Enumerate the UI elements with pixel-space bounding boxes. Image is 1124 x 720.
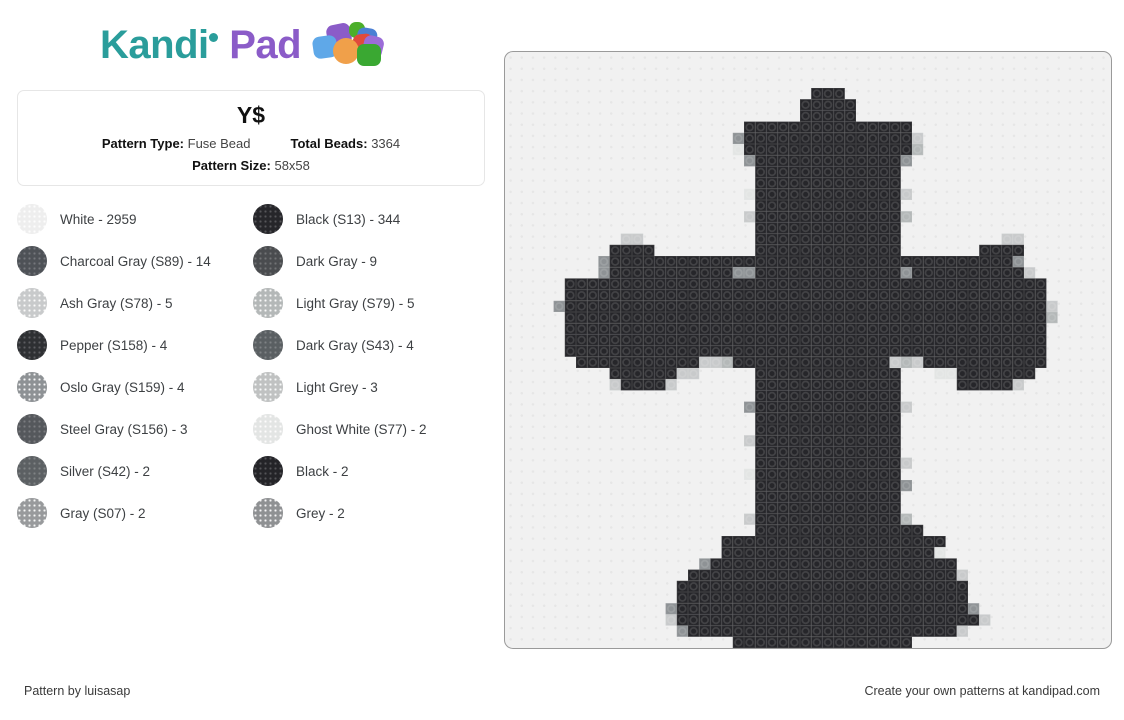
pattern-size-value: 58x58 [274, 158, 310, 174]
legend-label: White - 2959 [60, 211, 137, 227]
total-beads-value: 3364 [371, 135, 401, 151]
legend-item: Oslo Gray (S159) - 4 [17, 366, 249, 408]
color-swatch [17, 204, 47, 234]
legend-item: Ash Gray (S78) - 5 [17, 282, 249, 324]
legend-label: Light Grey - 3 [296, 379, 378, 395]
pattern-type-label: Pattern Type: [101, 135, 184, 151]
color-swatch [17, 288, 47, 318]
color-swatch [253, 246, 283, 276]
legend-label: Pepper (S158) - 4 [60, 337, 168, 353]
page-root: Kandi Pad Y$ Pattern Type: Fuse Bead Tot… [0, 0, 1124, 720]
legend-item: Black - 2 [253, 450, 485, 492]
legend-item: Silver (S42) - 2 [17, 450, 249, 492]
legend-item: Grey - 2 [253, 492, 485, 534]
color-swatch [253, 498, 283, 528]
legend-item: Charcoal Gray (S89) - 14 [17, 240, 249, 282]
total-beads-meta: Total Beads: 3364 [291, 132, 401, 157]
legend-item: Ghost White (S77) - 2 [253, 408, 485, 450]
total-beads-label: Total Beads: [290, 135, 368, 151]
pattern-meta-row-1: Pattern Type: Fuse Bead Total Beads: 336… [102, 132, 400, 157]
color-swatch [253, 330, 283, 360]
legend-item: Light Grey - 3 [253, 366, 485, 408]
color-swatch [17, 456, 47, 486]
legend-label: Ghost White (S77) - 2 [296, 421, 427, 437]
legend-item: Black (S13) - 344 [253, 198, 485, 240]
pattern-canvas[interactable] [504, 51, 1112, 649]
color-swatch [17, 414, 47, 444]
color-swatch [253, 288, 283, 318]
color-legend: White - 2959 Black (S13) - 344 Charcoal Gr… [17, 198, 485, 534]
beads-cluster-icon [309, 21, 387, 68]
legend-label: Dark Gray (S43) - 4 [296, 337, 414, 353]
page-title: Y$ [236, 102, 266, 128]
app-logo[interactable]: Kandi Pad [100, 21, 387, 68]
legend-label: Black - 2 [296, 463, 349, 479]
legend-label: Grey - 2 [296, 505, 345, 521]
pattern-size-label: Pattern Size: [192, 158, 271, 174]
left-panel: Kandi Pad Y$ Pattern Type: Fuse Bead Tot… [0, 0, 500, 672]
legend-label: Gray (S07) - 2 [60, 505, 146, 521]
color-swatch [253, 414, 283, 444]
legend-item: Gray (S07) - 2 [17, 492, 249, 534]
logo-text-kandi: Kandi [100, 23, 209, 67]
legend-label: Dark Gray - 9 [296, 253, 378, 269]
logo-wordmark: Kandi Pad [100, 23, 302, 67]
legend-label: Silver (S42) - 2 [60, 463, 151, 479]
logo-text-pad: Pad [229, 23, 302, 67]
legend-item: Pepper (S158) - 4 [17, 324, 249, 366]
color-swatch [17, 246, 47, 276]
legend-label: Black (S13) - 344 [296, 211, 401, 227]
color-swatch [253, 456, 283, 486]
color-swatch [253, 372, 283, 402]
legend-item: Steel Gray (S156) - 3 [17, 408, 249, 450]
legend-label: Light Gray (S79) - 5 [296, 295, 415, 311]
legend-item: Light Gray (S79) - 5 [253, 282, 485, 324]
legend-label: Steel Gray (S156) - 3 [60, 421, 188, 437]
pattern-info-card: Y$ Pattern Type: Fuse Bead Total Beads: … [17, 90, 485, 186]
color-swatch [17, 372, 47, 402]
pattern-type-value: Fuse Bead [187, 135, 251, 151]
pattern-size-meta: Pattern Size: 58x58 [192, 156, 310, 177]
pattern-grid-canvas[interactable] [520, 88, 1111, 648]
legend-item: Dark Gray (S43) - 4 [253, 324, 485, 366]
logo-dot-icon [208, 33, 218, 42]
legend-item: White - 2959 [17, 198, 249, 240]
footer: Pattern by luisasap Create your own patt… [0, 684, 1124, 698]
footer-promo[interactable]: Create your own patterns at kandipad.com [864, 684, 1100, 698]
color-swatch [253, 204, 283, 234]
color-swatch [17, 498, 47, 528]
footer-author: Pattern by luisasap [24, 684, 131, 698]
pattern-type-meta: Pattern Type: Fuse Bead [102, 132, 251, 157]
pattern-meta-row-2: Pattern Size: 58x58 [192, 156, 310, 177]
legend-label: Charcoal Gray (S89) - 14 [60, 253, 211, 269]
legend-label: Oslo Gray (S159) - 4 [60, 379, 185, 395]
legend-item: Dark Gray - 9 [253, 240, 485, 282]
color-swatch [17, 330, 47, 360]
legend-label: Ash Gray (S78) - 5 [60, 295, 173, 311]
